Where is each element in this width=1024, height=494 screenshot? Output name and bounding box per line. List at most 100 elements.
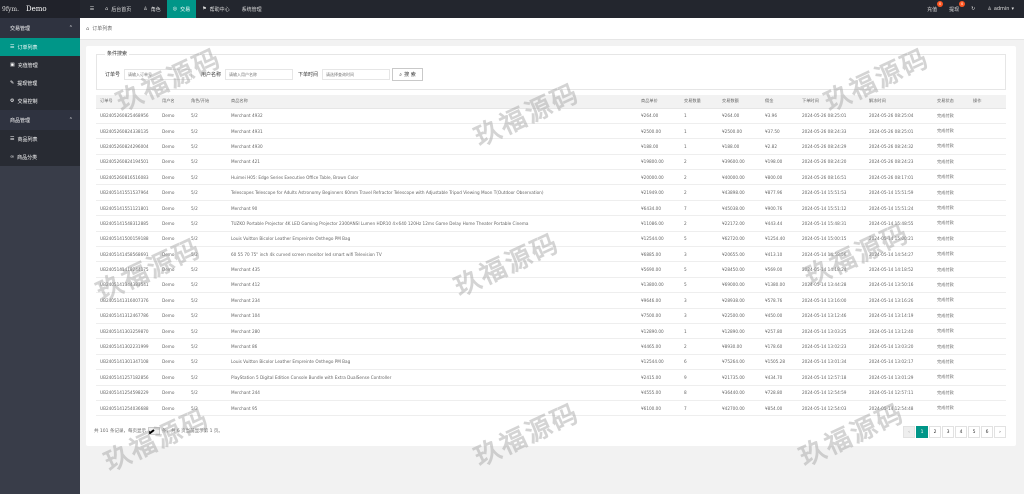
sidebar-item-trade-control[interactable]: ⚙ 交易控制 [0,92,80,110]
user-input[interactable] [225,69,294,80]
table-cell: ¥413.10 [761,246,798,263]
table-cell: Demo [158,200,187,217]
table-cell: 2024-05-14 13:16:26 [865,292,933,309]
page-prev-button[interactable]: ‹ [903,426,915,438]
table-cell: 2024-05-26 08:24:29 [798,138,865,155]
page-6-button[interactable]: 6 [981,426,993,438]
table-cell: ¥728.80 [761,385,798,401]
table-cell: 5/2 [187,400,227,417]
sidebar-item-goods-category[interactable]: ∞ 商品分类 [0,148,80,166]
page-2-button[interactable]: 2 [929,426,941,438]
sidebar-group-trade[interactable]: 交易管理 ⌃ [0,18,80,38]
table-cell: ¥6885.00 [637,246,680,263]
table-cell: 2024-05-14 15:00:15 [798,231,865,248]
table-cell: ¥2500.00 [718,123,761,140]
sidebar-group-goods[interactable]: 商品管理 ⌃ [0,110,80,130]
table-cell: 完成付款 [933,369,969,386]
page-next-button[interactable]: › [994,426,1006,438]
column-header: 解冻时间 [865,95,933,109]
table-cell: UB2405141257182856 [96,369,158,386]
recharge-link[interactable]: 充值 0 [921,0,944,18]
table-cell [969,215,1006,232]
table-cell: UB2405141254598229 [96,385,158,401]
table-cell: ¥264.00 [637,108,680,124]
table-cell: 完成付款 [933,231,969,248]
table-cell: 完成付款 [933,184,969,201]
table-cell: 5 [680,261,718,278]
table-cell: Merchant 412 [227,277,637,294]
nav-role[interactable]: ♙ 角色 [137,0,167,18]
table-cell: 完成付款 [933,246,969,263]
search-button[interactable]: ⌕ 搜 索 [392,68,423,81]
table-cell: ¥257.80 [761,323,798,340]
table-cell: UB2405141303259870 [96,323,158,340]
table-cell: 5/2 [187,292,227,309]
table-cell [969,308,1006,324]
brand-logo[interactable]: 9fym. Demo [0,0,80,18]
sidebar-item-recharge[interactable]: ▣ 充值管理 [0,56,80,74]
table-cell: 2024-05-14 13:01:29 [865,369,933,386]
table-cell: 2024-05-14 13:01:34 [798,354,865,371]
table-cell: ¥12544.00 [637,354,680,371]
table-cell: ¥443.44 [761,215,798,232]
table-cell: ¥7500.00 [637,308,680,324]
table-cell: ¥20655.00 [718,246,761,263]
table-cell: ¥178.60 [761,338,798,355]
table-cell: 2024-05-14 14:18:52 [865,261,933,278]
table-cell [969,184,1006,201]
page-1-button[interactable]: 1 [916,426,928,438]
table-cell: Demo [158,338,187,355]
nav-help[interactable]: ⚑ 帮助中心 [196,0,236,18]
table-body: UB2405260825468956 Demo 5/2 Merchant 4932 ¥2… [96,108,1006,417]
sidebar-item-orders[interactable]: ☰ 订单列表 [0,38,80,56]
table-cell: ¥36440.00 [718,385,761,401]
list-icon: ☰ [10,136,15,142]
nav-trade[interactable]: ◎ 交易 [166,0,197,18]
table-cell: ¥21735.00 [718,369,761,386]
sidebar-item-goods-list[interactable]: ☰ 商品列表 [0,130,80,148]
table-cell: 2024-05-14 12:54:03 [798,400,865,417]
table-cell: ¥62720.00 [718,231,761,248]
table-cell: Merchant 86 [227,338,637,355]
table-cell: Merchant 90 [227,200,637,217]
sidebar-item-withdraw[interactable]: ✎ 提现管理 [0,74,80,92]
page-size-select[interactable]: 20 [147,427,160,435]
nav-home[interactable]: ⌂ 后台首页 [99,0,137,18]
table-cell: 2024-05-14 13:03:25 [798,323,865,340]
withdraw-label: 提现 [949,6,960,13]
table-cell: 2024-05-14 15:48:55 [865,215,933,232]
table-cell: ¥43898.00 [718,184,761,201]
table-cell: 2024-05-14 13:50:16 [865,277,933,294]
table-cell: Merchant 104 [227,308,637,324]
refresh-button[interactable]: ↻ [965,0,981,18]
table-cell [969,246,1006,263]
table-cell: 2024-05-14 15:48:31 [798,215,865,232]
menu-toggle-button[interactable]: ☰ [85,0,99,18]
admin-menu[interactable]: ♙ admin ▾ [981,0,1020,18]
page-5-button[interactable]: 5 [968,426,980,438]
table-cell: Louis Vuitton Bicolor Leather Empreinte … [227,354,637,371]
table-cell: 2024-05-14 14:58:56 [798,246,865,263]
table-cell: 1 [680,138,718,155]
table-cell: UB2405141548312885 [96,215,158,232]
table-cell: 2024-05-14 13:02:17 [865,354,933,371]
withdraw-link[interactable]: 提现 0 [943,0,966,18]
table-cell: 2024-05-14 15:51:53 [798,184,865,201]
table-cell: ¥450.00 [761,308,798,324]
sidebar-item-label: 订单列表 [17,44,38,51]
home-icon[interactable]: ⌂ [86,26,89,32]
nav-system[interactable]: 系统管理 [236,0,268,18]
order-input[interactable] [124,69,193,80]
table-cell: 2 [680,184,718,201]
page-3-button[interactable]: 3 [942,426,954,438]
table-cell: ¥1505.28 [761,354,798,371]
table-cell: ¥1380.00 [761,277,798,294]
table-cell: Demo [158,169,187,186]
table-cell: 5/2 [187,138,227,155]
chevron-up-icon: ⌃ [68,25,73,31]
table-cell [969,123,1006,140]
page-4-button[interactable]: 4 [955,426,967,438]
table-cell: Demo [158,369,187,386]
table-cell: 2024-05-14 15:51:59 [865,184,933,201]
time-input[interactable] [322,69,391,80]
